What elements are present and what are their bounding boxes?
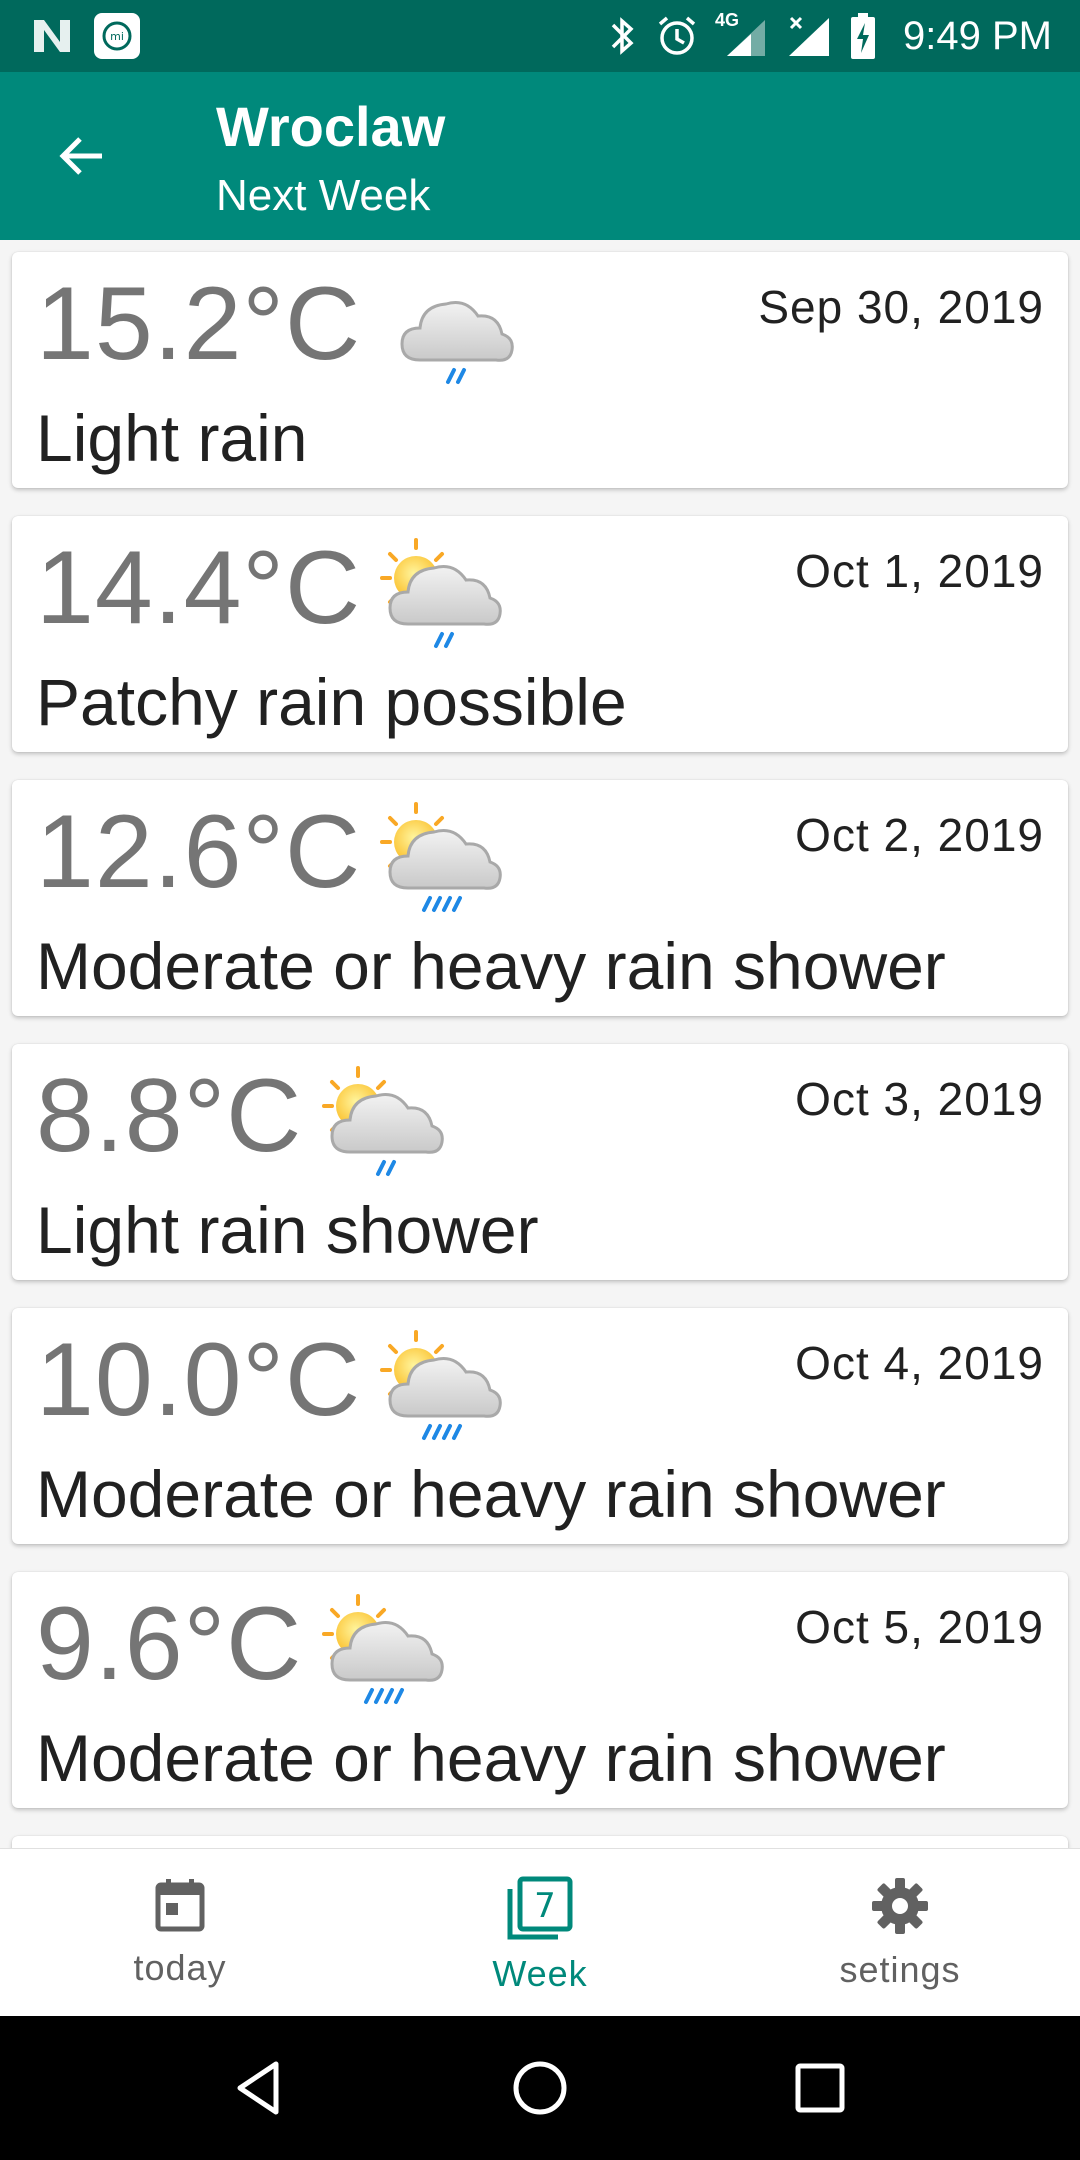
temperature: 9.6°C <box>36 1586 303 1702</box>
system-back-icon[interactable] <box>230 2058 290 2118</box>
nav-today-label: today <box>133 1947 227 1988</box>
cloud-rain-icon <box>390 270 520 390</box>
condition-text: Moderate or heavy rain shower <box>36 1457 946 1531</box>
clock: 9:49 PM <box>903 13 1052 58</box>
forecast-card[interactable]: 14.4°C Oct 1, 2019 Patchy rain possible <box>12 516 1068 752</box>
condition-text: Light rain shower <box>36 1193 539 1267</box>
forecast-date: Oct 5, 2019 <box>795 1601 1044 1653</box>
system-home-icon[interactable] <box>510 2058 570 2118</box>
system-navigation-bar <box>0 2016 1080 2160</box>
condition-text: Patchy rain possible <box>36 665 627 739</box>
week-badge: 7 <box>534 1886 556 1926</box>
app-bar: Wroclaw Next Week <box>0 72 1080 240</box>
temperature: 10.0°C <box>36 1322 362 1438</box>
temperature: 15.2°C <box>36 266 362 382</box>
forecast-date: Oct 2, 2019 <box>795 809 1044 861</box>
nav-week-label: Week <box>492 1953 588 1994</box>
mi-app-icon: mi <box>92 11 142 61</box>
forecast-date: Oct 1, 2019 <box>795 545 1044 597</box>
back-button[interactable] <box>42 116 122 196</box>
arrow-back-icon <box>59 137 102 175</box>
sun-cloud-heavy-rain-icon <box>378 798 508 918</box>
sun-cloud-rain-icon <box>320 1062 450 1182</box>
nav-today[interactable]: today <box>0 1849 360 2016</box>
forecast-card[interactable]: 8.8°C Oct 3, 2019 Light rain shower <box>12 1044 1068 1280</box>
forecast-date: Oct 3, 2019 <box>795 1073 1044 1125</box>
sun-cloud-rain-icon <box>378 534 508 654</box>
calendar-today-icon <box>155 1879 205 1932</box>
temperature: 12.6°C <box>36 794 362 910</box>
sun-cloud-heavy-rain-icon <box>378 1326 508 1446</box>
system-recents-icon[interactable] <box>790 2058 850 2118</box>
forecast-list[interactable]: 15.2°C Sep 30, 2019 Light rain 14.4°C Oc… <box>0 240 1080 1848</box>
forecast-card[interactable] <box>12 1836 1068 1848</box>
gear-icon <box>872 1878 928 1934</box>
svg-text:mi: mi <box>110 30 124 43</box>
nav-week[interactable]: 7 Week <box>360 1849 720 2016</box>
condition-text: Light rain <box>36 401 308 475</box>
n-notification-icon <box>30 16 74 56</box>
condition-text: Moderate or heavy rain shower <box>36 929 946 1003</box>
forecast-card[interactable]: 15.2°C Sep 30, 2019 Light rain <box>12 252 1068 488</box>
page-title: Wroclaw <box>216 95 446 158</box>
temperature: 8.8°C <box>36 1058 303 1174</box>
bluetooth-icon <box>607 15 637 57</box>
forecast-card[interactable]: 10.0°C Oct 4, 2019 Moderate or heavy rai… <box>12 1308 1068 1544</box>
nav-settings[interactable]: setings <box>720 1849 1080 2016</box>
alarm-icon <box>655 14 699 58</box>
calendar-week-icon: 7 <box>507 1876 573 1940</box>
bottom-navigation: today 7 Week setings <box>0 1848 1080 2016</box>
nav-settings-label: setings <box>839 1949 961 1990</box>
forecast-card[interactable]: 12.6°C Oct 2, 2019 Moderate or heavy rai… <box>12 780 1068 1016</box>
signal-no-service-icon <box>785 14 831 58</box>
condition-text: Moderate or heavy rain shower <box>36 1721 946 1795</box>
temperature: 14.4°C <box>36 530 362 646</box>
page-subtitle: Next Week <box>216 171 431 220</box>
battery-charging-icon <box>849 13 877 59</box>
network-type-label: 4G <box>715 10 740 30</box>
forecast-date: Sep 30, 2019 <box>758 281 1044 333</box>
status-bar: mi 4G 9:49 PM <box>0 0 1080 72</box>
forecast-card[interactable]: 9.6°C Oct 5, 2019 Moderate or heavy rain… <box>12 1572 1068 1808</box>
sun-cloud-heavy-rain-icon <box>320 1590 450 1710</box>
forecast-date: Oct 4, 2019 <box>795 1337 1044 1389</box>
signal-4g-icon: 4G <box>715 10 767 58</box>
